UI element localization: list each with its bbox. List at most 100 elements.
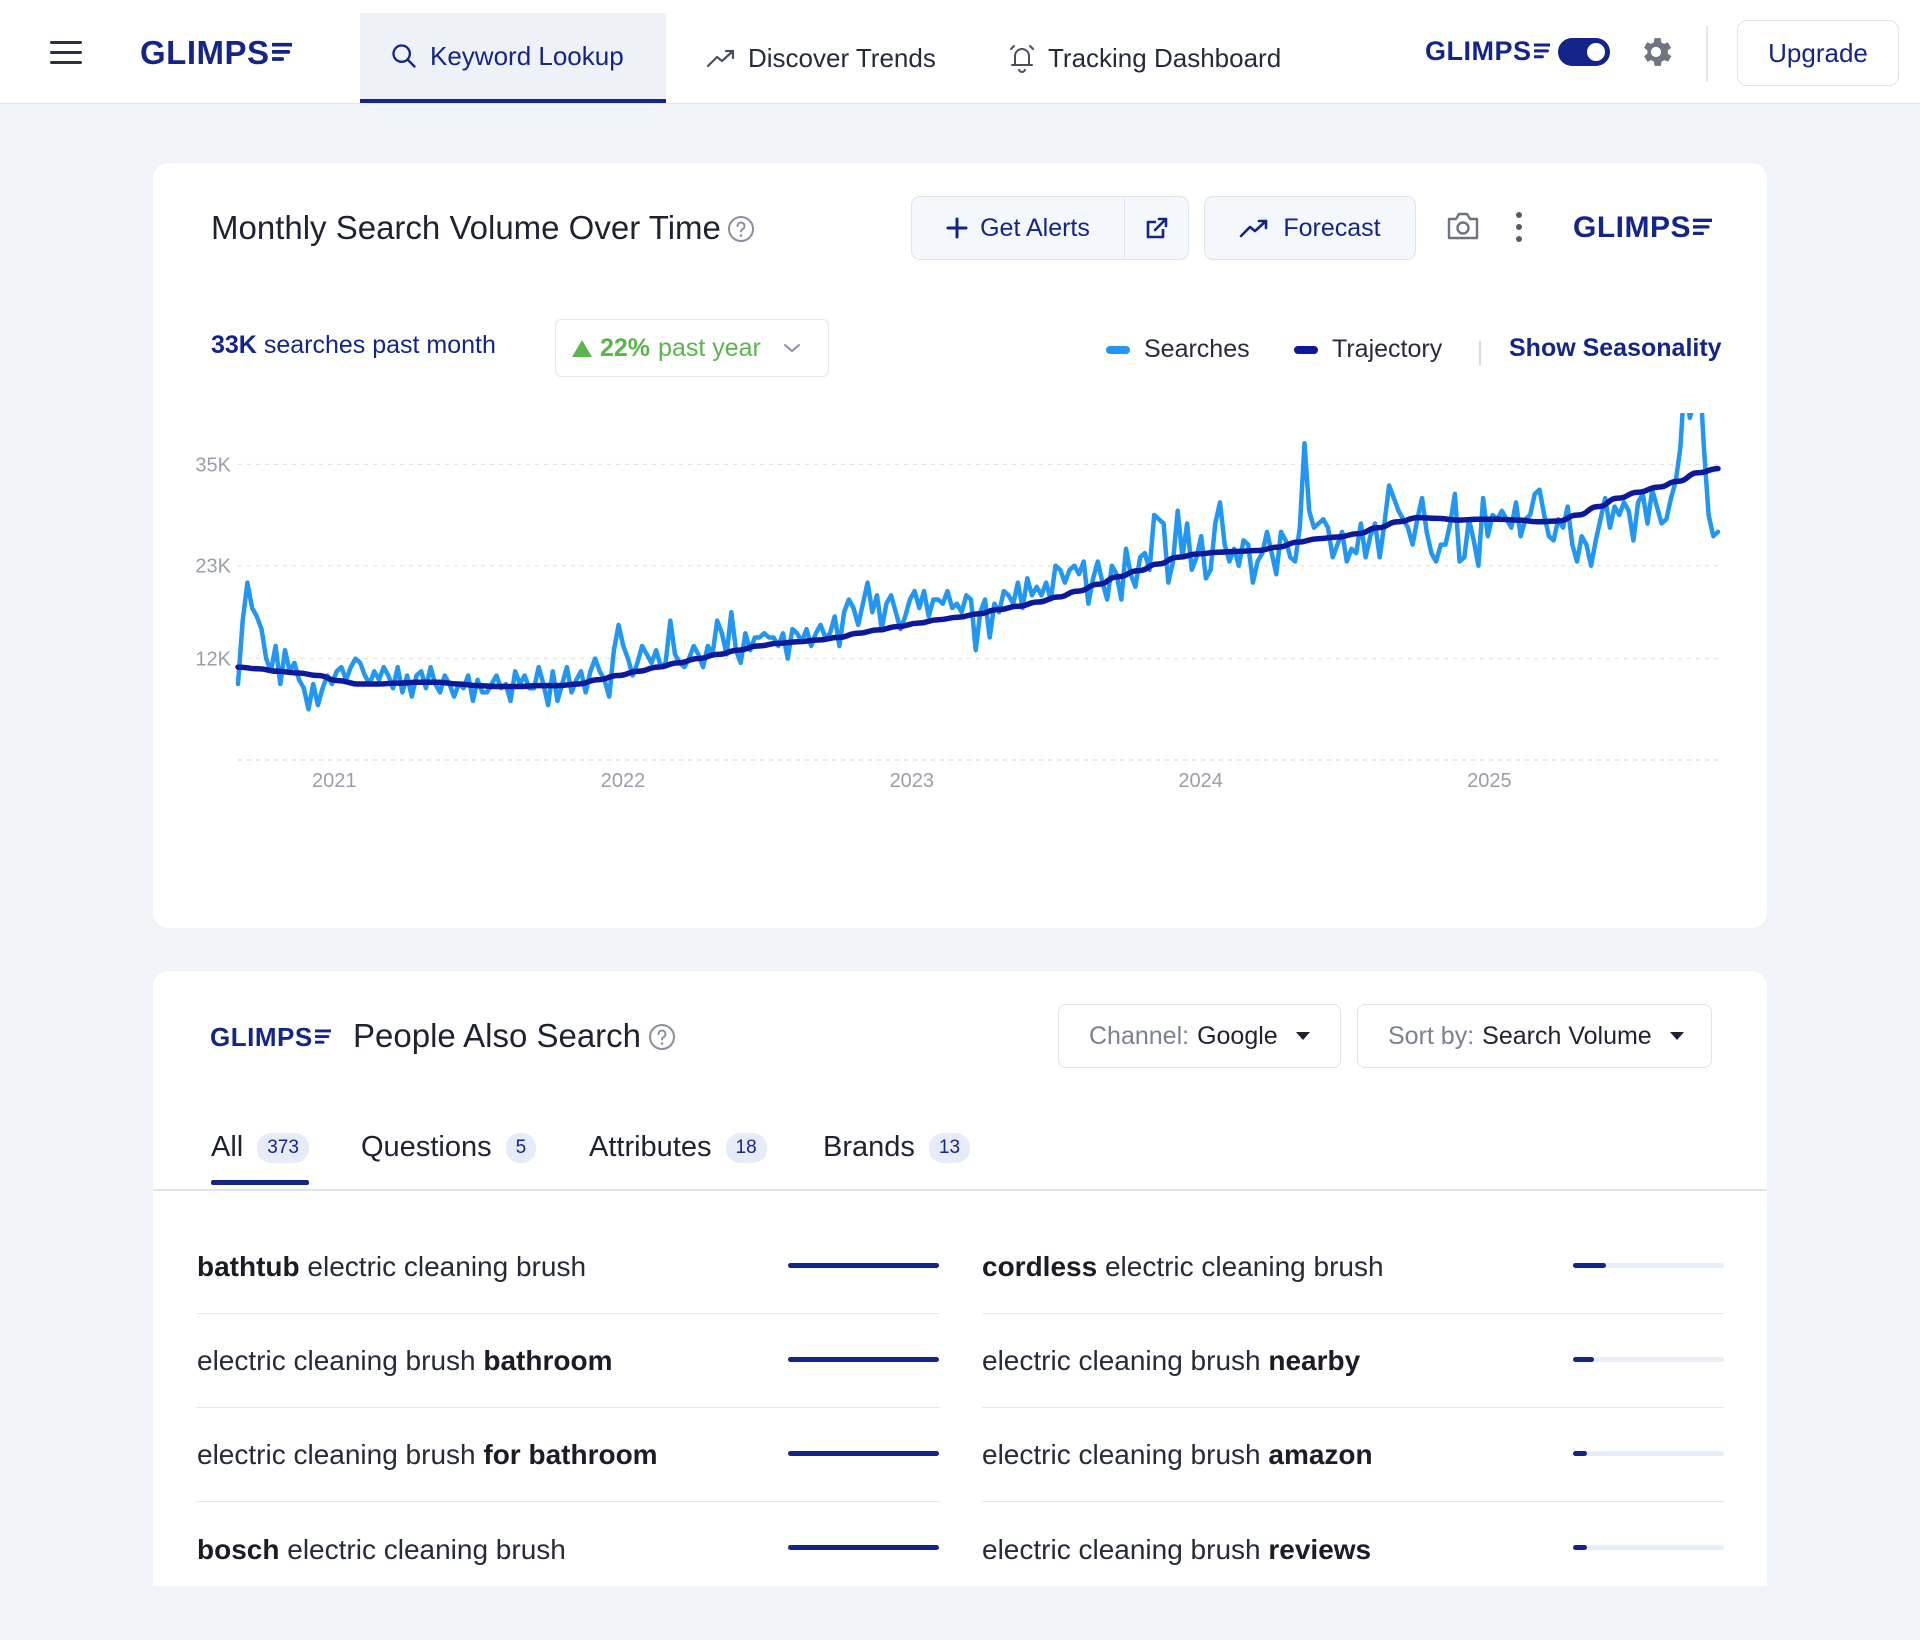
searches-past-month-label: searches past month [263, 331, 496, 359]
up-triangle-icon [572, 339, 592, 357]
logo-text: GLIMPS [1425, 36, 1532, 66]
volume-bar-fill [788, 1545, 939, 1550]
count-badge: 5 [505, 1133, 537, 1163]
count-badge: 373 [257, 1133, 309, 1163]
keyword-row[interactable]: electric cleaning brush bathroom [197, 1315, 939, 1408]
volume-bar [1573, 1451, 1724, 1456]
tab-questions[interactable]: Questions 5 [361, 1131, 537, 1185]
glimpse-logo: GLIMPS [1573, 211, 1712, 245]
y-tick-label: 23K [195, 556, 231, 578]
volume-bar-fill [1573, 1357, 1595, 1362]
keyword-text: bathtub electric cleaning brush [197, 1251, 587, 1282]
logo-mark [1693, 218, 1712, 236]
get-alerts-button[interactable]: Get Alerts [912, 197, 1125, 259]
show-seasonality-link[interactable]: Show Seasonality [1509, 334, 1722, 363]
legend-swatch-trajectory [1294, 345, 1318, 354]
forecast-label: Forecast [1283, 213, 1381, 242]
sort-select[interactable]: Sort by: Search Volume [1357, 1004, 1712, 1068]
tab-brands[interactable]: Brands 13 [823, 1131, 971, 1185]
help-icon[interactable] [727, 215, 755, 243]
search-volume-card: Monthly Search Volume Over Time Get Aler… [153, 163, 1767, 928]
trend-up-icon [1240, 219, 1268, 238]
plus-icon [946, 217, 968, 239]
channel-select[interactable]: Channel: Google [1058, 1004, 1341, 1068]
tabs-divider [153, 1189, 1767, 1191]
search-volume-chart: 47K35K23K12K20212022202320242025 [195, 413, 1721, 792]
keyword-text: electric cleaning brush for bathroom [197, 1439, 658, 1470]
nav-divider [1706, 26, 1708, 82]
keyword-row[interactable]: electric cleaning brush amazon [982, 1409, 1724, 1502]
searches-past-month: 33K searches past month [211, 331, 496, 360]
tab-label: Discover Trends [748, 42, 936, 73]
gear-icon[interactable] [1637, 33, 1675, 71]
x-tick-label: 2025 [1467, 770, 1512, 792]
top-navigation: GLIMPS Keyword Lookup Discover Trends Tr… [0, 0, 1920, 104]
x-tick-label: 2022 [601, 770, 646, 792]
help-icon[interactable] [648, 1023, 676, 1051]
caret-down-icon [1295, 1032, 1310, 1040]
tab-label: Keyword Lookup [430, 40, 624, 71]
tab-tracking-dashboard[interactable]: Tracking Dashboard [978, 13, 1311, 103]
upgrade-button[interactable]: Upgrade [1737, 20, 1899, 86]
x-tick-label: 2021 [312, 770, 357, 792]
legend-searches[interactable]: Searches [1106, 335, 1250, 364]
logo-mark [314, 1029, 331, 1044]
keyword-text: electric cleaning brush nearby [982, 1345, 1361, 1376]
growth-period-dropdown[interactable]: 22% past year [555, 319, 829, 377]
growth-value: 22% [600, 333, 651, 362]
keyword-row[interactable]: electric cleaning brush reviews [982, 1503, 1724, 1596]
logo-text: GLIMPS [210, 1022, 313, 1052]
growth-label: past year [658, 333, 761, 362]
chevron-down-icon [783, 344, 800, 352]
search-icon [392, 44, 416, 68]
keyword-row[interactable]: electric cleaning brush for bathroom [197, 1409, 939, 1502]
keyword-row[interactable]: bathtub electric cleaning brush [197, 1221, 939, 1314]
tab-discover-trends[interactable]: Discover Trends [676, 13, 966, 103]
keyword-text: electric cleaning brush amazon [982, 1439, 1373, 1470]
caret-down-icon [1669, 1032, 1684, 1040]
volume-bar [788, 1545, 939, 1550]
count-badge: 18 [725, 1133, 767, 1163]
channel-label: Channel: [1089, 1021, 1190, 1050]
tab-label: Attributes [589, 1131, 712, 1163]
hamburger-menu-icon[interactable] [46, 38, 86, 66]
open-external-button[interactable] [1125, 197, 1188, 259]
keyword-text: cordless electric cleaning brush [982, 1251, 1384, 1282]
volume-bar [1573, 1263, 1724, 1268]
tab-label: Tracking Dashboard [1048, 42, 1282, 73]
searches-past-month-value: 33K [211, 331, 257, 359]
channel-value: Google [1197, 1021, 1278, 1050]
legend-swatch-searches [1106, 345, 1130, 354]
legend-trajectory[interactable]: Trajectory [1294, 335, 1442, 364]
camera-icon[interactable] [1445, 210, 1481, 242]
forecast-button[interactable]: Forecast [1204, 196, 1416, 260]
volume-bar [1573, 1545, 1724, 1550]
card-title: Monthly Search Volume Over Time [211, 209, 721, 246]
volume-bar-fill [1573, 1545, 1587, 1550]
keyword-row[interactable]: electric cleaning brush nearby [982, 1315, 1724, 1408]
volume-bar-fill [1573, 1451, 1587, 1456]
legend-label: Searches [1144, 335, 1250, 363]
keyword-row[interactable]: cordless electric cleaning brush [982, 1221, 1724, 1314]
volume-bar-fill [1573, 1263, 1607, 1268]
upgrade-label: Upgrade [1768, 37, 1868, 68]
tab-all[interactable]: All 373 [211, 1131, 309, 1185]
keyword-row[interactable]: bosch electric cleaning brush [197, 1503, 939, 1596]
volume-bar-fill [788, 1263, 939, 1268]
keyword-text: electric cleaning brush reviews [982, 1533, 1372, 1565]
tab-attributes[interactable]: Attributes 18 [589, 1131, 767, 1185]
y-tick-label: 35K [195, 454, 231, 476]
more-options-icon[interactable] [1511, 210, 1527, 244]
tab-label: All [211, 1131, 244, 1163]
tab-keyword-lookup[interactable]: Keyword Lookup [360, 13, 666, 103]
glimpse-logo[interactable]: GLIMPS [140, 34, 292, 72]
legend-divider [1479, 341, 1481, 365]
volume-bar [788, 1357, 939, 1362]
volume-bar [788, 1451, 939, 1456]
glimpse-mode-toggle[interactable] [1558, 38, 1610, 66]
x-tick-label: 2023 [890, 770, 935, 792]
y-tick-label: 12K [195, 649, 231, 671]
card-title: People Also Search [353, 1017, 642, 1054]
keyword-text: electric cleaning brush bathroom [197, 1345, 613, 1376]
people-also-search-card: GLIMPS People Also Search Channel: Googl… [153, 971, 1767, 1586]
